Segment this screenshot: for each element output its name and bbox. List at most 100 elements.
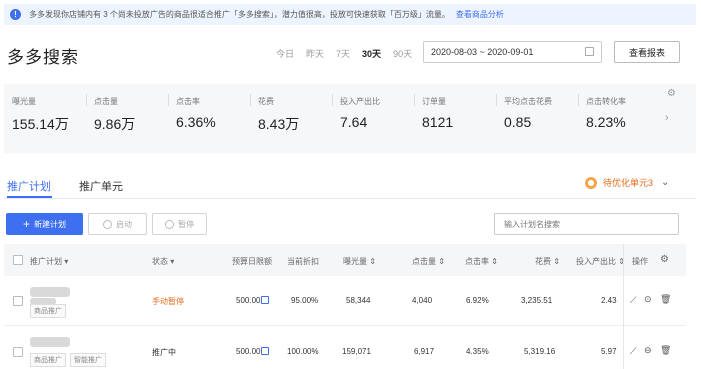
view-report-button[interactable]: 查看报表 [614, 41, 680, 63]
edit-icon[interactable] [261, 347, 269, 355]
metric-label: 点击率 [176, 97, 200, 106]
roi-value: 2.43 [601, 296, 617, 305]
edit-icon[interactable] [261, 296, 269, 304]
metric-value: 9.86万 [94, 116, 136, 132]
col-status-label: 状态 [152, 257, 168, 266]
range-yesterday[interactable]: 昨天 [306, 47, 324, 60]
col-ctr[interactable]: 点击率 ⇕ [465, 256, 498, 267]
metric-impressions[interactable]: 曝光量 155.14万 [4, 84, 84, 153]
row-checkbox[interactable] [13, 296, 23, 306]
budget-value: 500.00 [236, 296, 261, 305]
new-plan-button[interactable]: + 新建计划 [6, 213, 83, 235]
metric-value: 155.14万 [12, 116, 69, 132]
product-analysis-link[interactable]: 查看商品分析 [456, 9, 504, 20]
col-ctr-label: 点击率 [465, 257, 489, 266]
plan-tag: 智能推广 [70, 353, 106, 367]
gear-icon[interactable]: ⚙ [667, 88, 676, 99]
notice-text: 多多发现你店铺内有 3 个尚未投放广告的商品很适合推广「多多搜索」，潜力值很高，… [29, 10, 450, 19]
range-today[interactable]: 今日 [276, 47, 294, 60]
metric-avg-click-cost[interactable]: 平均点击花费 0.85 [496, 84, 576, 153]
plan-tag: 商品推广 [30, 353, 66, 367]
page-title: 多多搜索 [7, 48, 79, 67]
metric-divider [496, 94, 497, 106]
tab-units[interactable]: 推广单元 [79, 178, 123, 194]
metrics-summary: 曝光量 155.14万 点击量 9.86万 点击率 6.36% 花费 8.43万… [4, 84, 696, 153]
metric-conversion-rate[interactable]: 点击转化率 8.23% [578, 84, 658, 153]
table-row[interactable]: 商品推广 手动暂停 500.00 95.00% 58,344 4,040 6.9… [4, 276, 686, 326]
metric-roi[interactable]: 投入产出比 7.64 [332, 84, 412, 153]
budget-value: 500.00 [236, 347, 261, 356]
pause-button[interactable]: 暂停 [152, 213, 207, 235]
metric-label: 点击转化率 [586, 97, 626, 106]
pending-optimization-label: 待优化单元3 [603, 178, 654, 188]
metric-clicks[interactable]: 点击量 9.86万 [86, 84, 166, 153]
col-status[interactable]: 状态 ▾ [152, 256, 174, 267]
new-plan-label: 新建计划 [34, 219, 66, 229]
row-checkbox[interactable] [13, 347, 23, 357]
impressions-value: 58,344 [346, 296, 371, 305]
col-roi[interactable]: 投入产出比 ⇕ [576, 256, 625, 267]
metric-value: 8121 [422, 114, 454, 130]
column-settings-icon[interactable]: ⚙ [660, 254, 669, 265]
range-90days[interactable]: 90天 [393, 47, 412, 60]
cost-value: 5,319.16 [524, 347, 556, 356]
pause-label: 暂停 [178, 219, 194, 229]
select-all-checkbox[interactable] [13, 255, 23, 265]
start-label: 启动 [116, 219, 132, 229]
pause-icon [165, 219, 174, 229]
play-icon [103, 219, 112, 229]
trash-icon[interactable]: 🗑 [660, 294, 671, 305]
metric-value: 8.43万 [258, 116, 300, 132]
metric-label: 平均点击花费 [504, 97, 552, 106]
col-cost[interactable]: 花费 ⇕ [535, 256, 560, 267]
metric-divider [578, 94, 579, 106]
metric-divider [168, 94, 169, 106]
table-row[interactable]: 商品推广 智能推广 推广中 500.00 100.00% 159,071 6,9… [4, 327, 686, 369]
chevron-right-icon[interactable]: › [665, 112, 669, 124]
metric-value: 8.23% [586, 114, 626, 130]
col-roi-label: 投入产出比 [576, 257, 616, 266]
pending-optimization-units[interactable]: 待优化单元3 ⌄ [585, 176, 669, 189]
metric-divider [250, 94, 251, 106]
col-cost-label: 花费 [535, 257, 551, 266]
calendar-icon [585, 47, 594, 56]
plan-tag: 商品推广 [30, 304, 66, 318]
col-clicks[interactable]: 点击量 ⇕ [412, 256, 445, 267]
col-ops: 操作 [632, 257, 648, 266]
metric-cost[interactable]: 花费 8.43万 [250, 84, 330, 153]
col-impressions-label: 曝光量 [343, 257, 367, 266]
date-range-value: 2020-08-03 ~ 2020-09-01 [431, 47, 534, 57]
date-range-picker[interactable]: 2020-08-03 ~ 2020-09-01 [423, 41, 602, 63]
col-impressions[interactable]: 曝光量 ⇕ [343, 256, 376, 267]
chart-icon[interactable]: ⟋ [630, 346, 636, 357]
trash-icon[interactable]: 🗑 [660, 345, 671, 356]
col-plan[interactable]: 推广计划 ▾ [30, 256, 68, 267]
metric-orders[interactable]: 订单量 8121 [414, 84, 494, 153]
clicks-value: 4,040 [412, 296, 433, 305]
metric-label: 点击量 [94, 97, 118, 106]
play-icon[interactable]: ⊙ [644, 294, 652, 305]
status-badge: 推广中 [152, 348, 176, 357]
metric-divider [332, 94, 333, 106]
metric-value: 7.64 [340, 114, 368, 130]
col-clicks-label: 点击量 [412, 257, 436, 266]
range-30days[interactable]: 30天 [362, 47, 381, 60]
metric-value: 6.36% [176, 114, 216, 130]
metric-divider [86, 94, 87, 106]
column-divider [623, 244, 624, 369]
chart-icon[interactable]: ⟋ [630, 295, 636, 306]
active-tab-indicator [7, 196, 52, 198]
date-range-tabs: 今日 昨天 7天 30天 90天 [276, 47, 412, 60]
range-7days[interactable]: 7天 [336, 47, 350, 60]
plan-search-input[interactable] [494, 213, 679, 235]
tab-plans[interactable]: 推广计划 [7, 178, 51, 194]
start-button[interactable]: 启动 [88, 213, 147, 235]
roi-value: 5.97 [601, 347, 617, 356]
pause-icon[interactable]: ⊖ [644, 345, 652, 356]
discount-value: 95.00% [291, 296, 319, 305]
metric-label: 曝光量 [12, 97, 36, 106]
notice-bar: ! 多多发现你店铺内有 3 个尚未投放广告的商品很适合推广「多多搜索」，潜力值很… [4, 4, 696, 25]
table-header: 推广计划 ▾ 状态 ▾ 预算日限额 当前折扣 曝光量 ⇕ 点击量 ⇕ 点击率 ⇕… [4, 244, 686, 276]
target-icon [585, 176, 597, 189]
metric-ctr[interactable]: 点击率 6.36% [168, 84, 248, 153]
